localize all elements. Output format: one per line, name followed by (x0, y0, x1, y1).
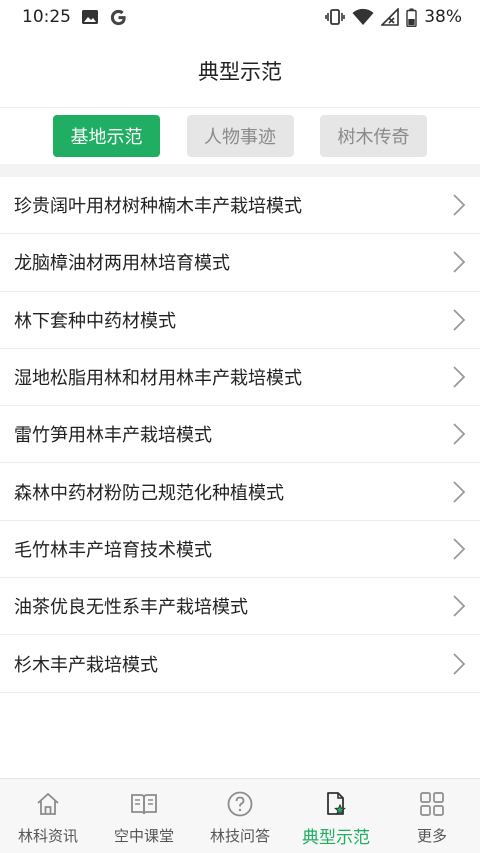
list-item[interactable]: 杉木丰产栽培模式 (0, 635, 480, 693)
nav-more[interactable]: 更多 (384, 779, 480, 853)
list-item[interactable]: 森林中药材粉防己规范化种植模式 (0, 463, 480, 521)
battery-percent: 38% (424, 7, 462, 27)
document-star-icon (322, 789, 350, 819)
list-item[interactable]: 湿地松脂用林和材用林丰产栽培模式 (0, 349, 480, 407)
list-item[interactable]: 珍贵阔叶用材树种楠木丰产栽培模式 (0, 177, 480, 235)
list-item[interactable]: 毛竹林丰产培育技术模式 (0, 521, 480, 579)
bottom-nav: 林科资讯 空中课堂 林技问答 典型示范 更多 (0, 778, 480, 853)
nav-air-classroom[interactable]: 空中课堂 (96, 779, 192, 853)
chevron-right-icon (452, 480, 466, 504)
signal-icon (381, 8, 400, 26)
status-bar: 10:25 38% (0, 0, 480, 34)
question-icon (226, 789, 254, 819)
nav-label: 典型示范 (302, 828, 370, 848)
nav-label: 空中课堂 (113, 827, 174, 845)
page-title: 典型示范 (198, 59, 282, 84)
book-icon (129, 789, 159, 819)
nav-label: 更多 (416, 827, 447, 845)
list-item-title: 龙脑樟油材两用林培育模式 (14, 253, 230, 275)
list-item-title: 森林中药材粉防己规范化种植模式 (14, 482, 284, 504)
list-item-title: 油茶优良无性系丰产栽培模式 (14, 597, 248, 619)
nav-typical-demo[interactable]: 典型示范 (288, 779, 384, 853)
nav-forestry-news[interactable]: 林科资讯 (0, 779, 96, 853)
list-item-title: 林下套种中药材模式 (14, 310, 176, 332)
list-item-title: 珍贵阔叶用材树种楠木丰产栽培模式 (14, 196, 302, 218)
tab-bar: 基地示范 人物事迹 树木传奇 (0, 108, 480, 164)
list-item[interactable]: 雷竹笋用林丰产栽培模式 (0, 406, 480, 464)
list-item-title: 雷竹笋用林丰产栽培模式 (14, 425, 212, 447)
chevron-right-icon (452, 250, 466, 274)
wifi-icon (352, 8, 374, 26)
list-item[interactable]: 油茶优良无性系丰产栽培模式 (0, 578, 480, 636)
header: 典型示范 (0, 34, 480, 108)
nav-label: 林技问答 (209, 827, 270, 845)
google-icon (109, 8, 128, 27)
vibrate-icon (325, 8, 346, 26)
list-item[interactable]: 龙脑樟油材两用林培育模式 (0, 234, 480, 292)
chevron-right-icon (452, 422, 466, 446)
grid-icon (419, 789, 445, 819)
tab-people-stories[interactable]: 人物事迹 (186, 115, 294, 157)
nav-label: 林科资讯 (17, 827, 78, 845)
status-right: 38% (325, 7, 462, 27)
chevron-right-icon (452, 594, 466, 618)
tab-tree-legends[interactable]: 树木传奇 (320, 115, 427, 157)
list-item-title: 毛竹林丰产培育技术模式 (14, 539, 212, 561)
section-divider (0, 164, 480, 177)
demo-list: 珍贵阔叶用材树种楠木丰产栽培模式 龙脑樟油材两用林培育模式 林下套种中药材模式湿地松… (0, 177, 480, 693)
chevron-right-icon (452, 193, 466, 217)
status-left: 10:25 (22, 7, 128, 27)
nav-tech-qa[interactable]: 林技问答 (192, 779, 288, 853)
chevron-right-icon (452, 308, 466, 332)
image-icon (81, 9, 99, 25)
battery-icon (406, 8, 417, 27)
chevron-right-icon (452, 652, 466, 676)
status-time: 10:25 (22, 7, 71, 27)
list-item-title: 杉木丰产栽培模式 (14, 654, 158, 676)
list-item-title: 湿地松脂用林和材用林丰产栽培模式 (14, 368, 302, 390)
chevron-right-icon (452, 537, 466, 561)
list-item[interactable]: 林下套种中药材模式 (0, 292, 480, 349)
chevron-right-icon (452, 365, 466, 389)
home-icon (34, 789, 62, 819)
tab-base-demo[interactable]: 基地示范 (53, 115, 160, 157)
